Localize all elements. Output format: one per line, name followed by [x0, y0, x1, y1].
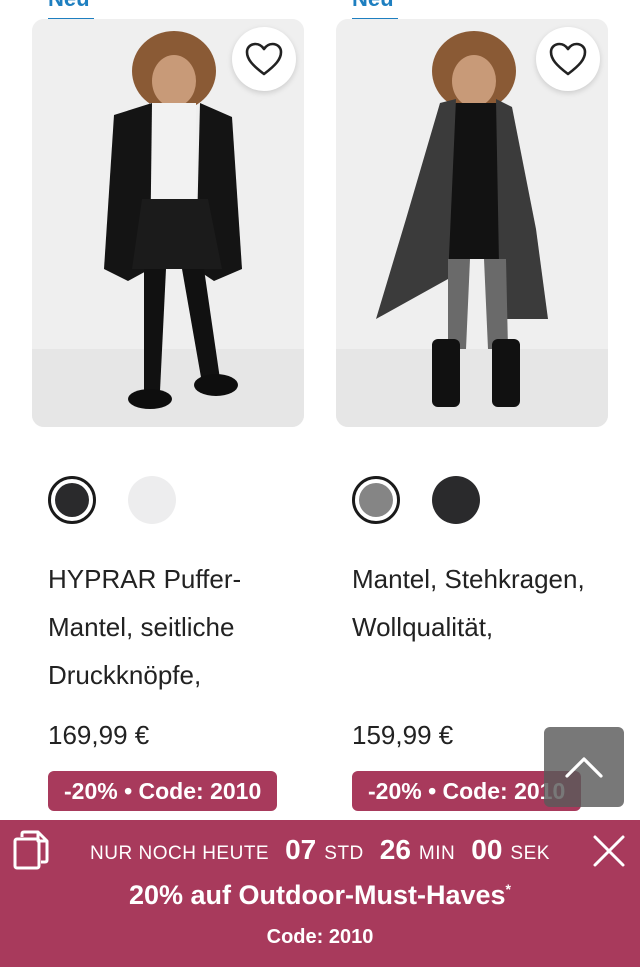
color-swatches	[48, 476, 176, 524]
countdown-seconds: 00	[471, 834, 503, 865]
chevron-up-icon	[565, 757, 603, 778]
product-title[interactable]: Mantel, Stehkragen, Wollqualität,	[352, 555, 602, 651]
product-price: 159,99 €	[352, 720, 454, 750]
product-title[interactable]: HYPRAR Puffer-Mantel, seitliche Druckknö…	[48, 555, 298, 699]
favorite-button[interactable]	[232, 27, 296, 91]
countdown-hours-unit: STD	[324, 843, 364, 864]
promo-banner: NUR NOCH HEUTE 07 STD 26 MIN 00 SEK 20% …	[0, 820, 640, 967]
countdown-seconds-unit: SEK	[510, 843, 550, 864]
color-swatch-grey[interactable]	[352, 476, 400, 524]
swatch-color-dot	[359, 483, 393, 517]
promo-headline-text: 20% auf Outdoor-Must-Haves	[128, 880, 506, 910]
close-icon[interactable]	[592, 834, 626, 868]
color-swatch-black[interactable]	[432, 476, 480, 524]
countdown-minutes-unit: MIN	[418, 843, 456, 864]
favorite-button[interactable]	[536, 27, 600, 91]
promo-badge: -20% • Code: 2010	[48, 771, 278, 811]
heart-outline-icon	[549, 42, 587, 76]
color-swatch-black[interactable]	[48, 476, 96, 524]
swatch-color-dot	[128, 476, 176, 524]
countdown: NUR NOCH HEUTE 07 STD 26 MIN 00 SEK	[0, 834, 640, 866]
color-swatch-white[interactable]	[128, 476, 176, 524]
new-badge: Neu	[48, 0, 90, 12]
new-badge: Neu	[352, 0, 394, 12]
scroll-to-top-button[interactable]	[544, 727, 624, 807]
product-price: 169,99 €	[48, 720, 150, 750]
countdown-hours: 07	[285, 834, 317, 865]
footnote-mark: *	[505, 881, 511, 897]
promo-code: Code: 2010	[266, 926, 374, 948]
swatch-color-dot	[55, 483, 89, 517]
swatch-color-dot	[432, 476, 480, 524]
countdown-label: NUR NOCH HEUTE	[90, 843, 270, 864]
color-swatches	[352, 476, 480, 524]
heart-outline-icon	[245, 42, 283, 76]
countdown-minutes: 26	[379, 834, 411, 865]
promo-headline[interactable]: 20% auf Outdoor-Must-Haves*	[0, 880, 640, 911]
